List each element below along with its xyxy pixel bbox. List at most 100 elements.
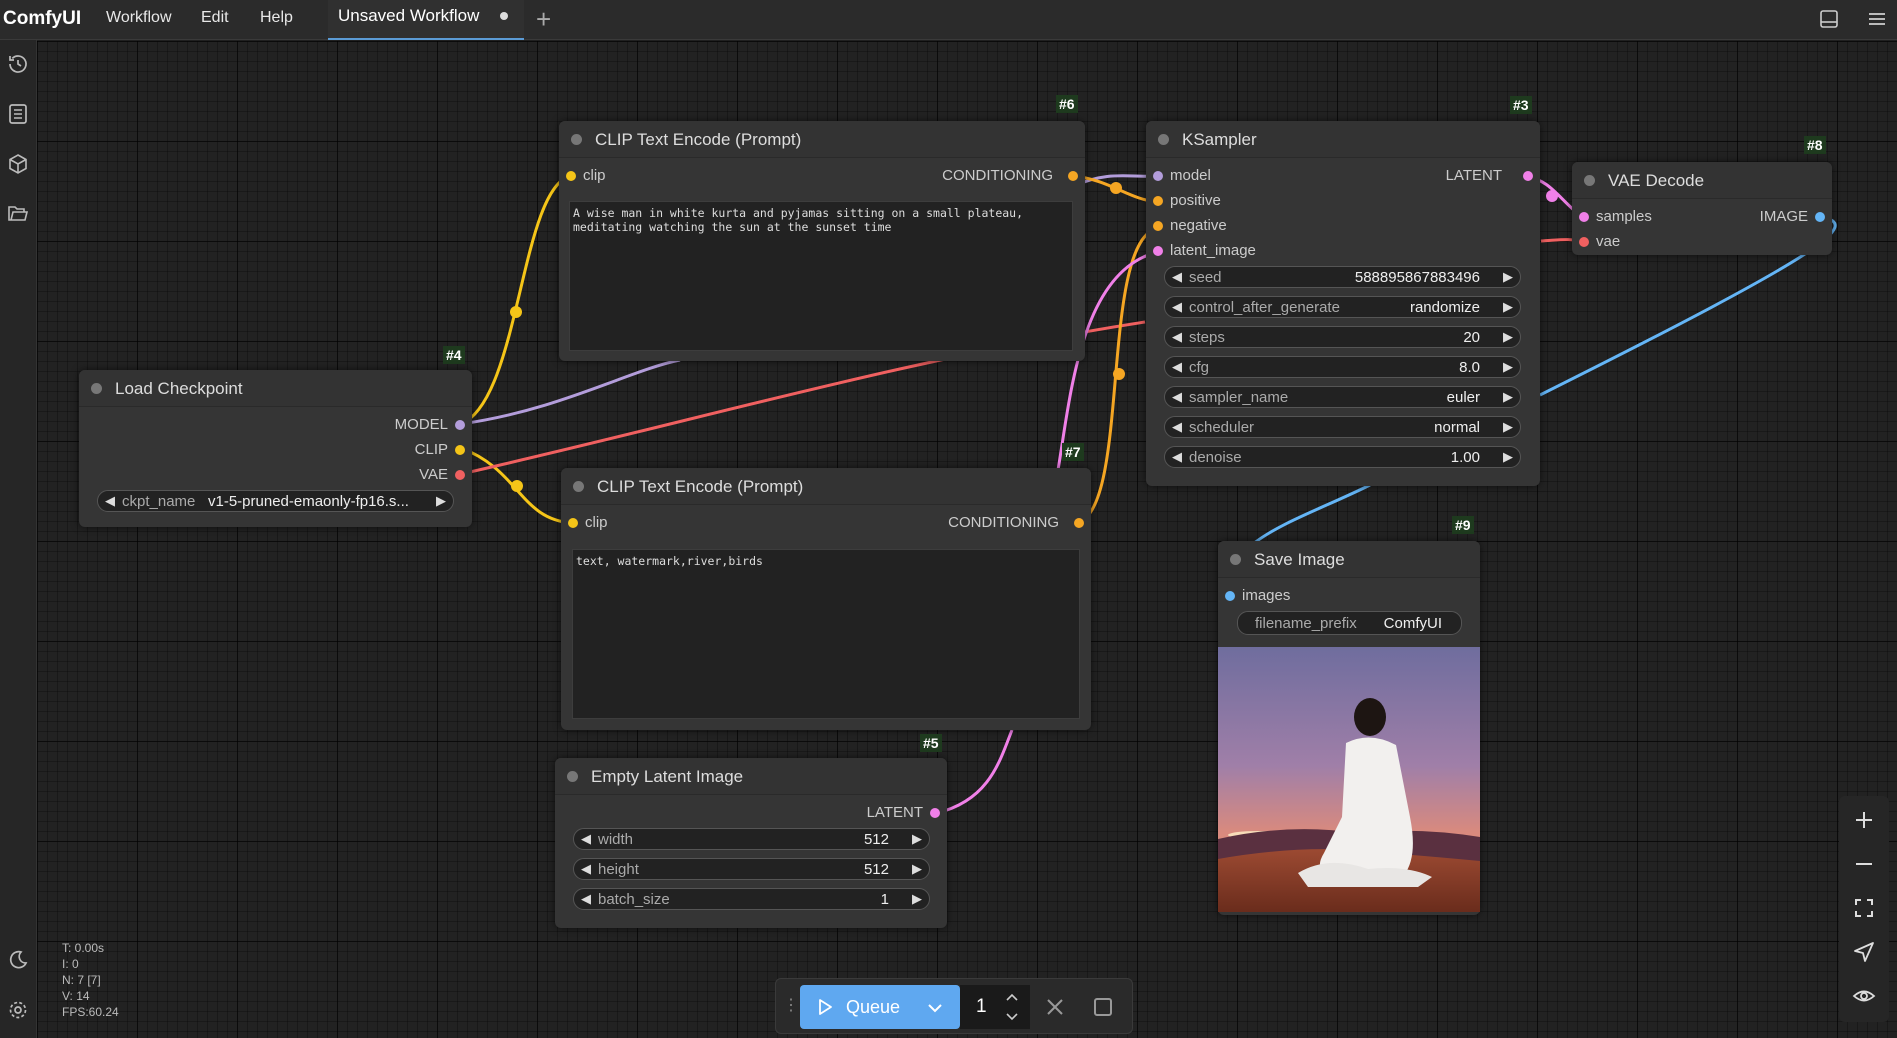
output-slot-vae[interactable]: [455, 470, 465, 480]
queue-count-value[interactable]: 1: [976, 996, 987, 1018]
widget-steps[interactable]: ◀ steps 20 ▶: [1164, 326, 1521, 348]
collapse-dot[interactable]: [573, 481, 584, 492]
input-slot-vae[interactable]: [1579, 237, 1589, 247]
chevron-up-icon[interactable]: [1004, 989, 1020, 1005]
node-ksampler[interactable]: KSampler model positive negative latent_…: [1146, 121, 1540, 486]
node-header[interactable]: VAE Decode: [1572, 162, 1832, 199]
increment-arrow-icon[interactable]: ▶: [912, 861, 922, 877]
widget-control-after-generate[interactable]: ◀ control_after_generate randomize ▶: [1164, 296, 1521, 318]
decrement-arrow-icon[interactable]: ◀: [1172, 389, 1182, 405]
collapse-dot[interactable]: [1584, 175, 1595, 186]
prompt-textarea[interactable]: A wise man in white kurta and pyjamas si…: [569, 201, 1073, 351]
input-slot-latent-image[interactable]: [1153, 246, 1163, 256]
hamburger-menu-icon[interactable]: [1866, 8, 1888, 30]
widget-batch-size[interactable]: ◀ batch_size 1 ▶: [573, 888, 930, 910]
zoom-out-icon[interactable]: [1852, 852, 1876, 876]
output-slot-latent[interactable]: [1523, 171, 1533, 181]
decrement-arrow-icon[interactable]: ◀: [105, 493, 115, 509]
input-slot-images[interactable]: [1225, 591, 1235, 601]
widget-ckpt-name[interactable]: ◀ ckpt_name v1-5-pruned-emaonly-fp16.s..…: [97, 490, 454, 512]
decrement-arrow-icon[interactable]: ◀: [581, 891, 591, 907]
increment-arrow-icon[interactable]: ▶: [1503, 359, 1513, 375]
decrement-arrow-icon[interactable]: ◀: [1172, 419, 1182, 435]
widget-width[interactable]: ◀ width 512 ▶: [573, 828, 930, 850]
queue-count-stepper[interactable]: 1: [960, 985, 1030, 1029]
decrement-arrow-icon[interactable]: ◀: [581, 861, 591, 877]
output-slot-image[interactable]: [1815, 212, 1825, 222]
decrement-arrow-icon[interactable]: ◀: [1172, 449, 1182, 465]
increment-arrow-icon[interactable]: ▶: [1503, 419, 1513, 435]
widget-height[interactable]: ◀ height 512 ▶: [573, 858, 930, 880]
menu-edit[interactable]: Edit: [201, 9, 229, 27]
add-tab-icon[interactable]: +: [536, 4, 551, 35]
increment-arrow-icon[interactable]: ▶: [1503, 269, 1513, 285]
collapse-dot[interactable]: [1230, 554, 1241, 565]
drag-handle-icon[interactable]: ⋮: [783, 995, 799, 1015]
node-header[interactable]: Save Image: [1218, 541, 1480, 578]
widget-cfg[interactable]: ◀ cfg 8.0 ▶: [1164, 356, 1521, 378]
queue-button[interactable]: Queue: [800, 985, 960, 1029]
menu-workflow[interactable]: Workflow: [106, 9, 172, 27]
widget-denoise[interactable]: ◀ denoise 1.00 ▶: [1164, 446, 1521, 468]
output-slot-model[interactable]: [455, 420, 465, 430]
node-header[interactable]: KSampler: [1146, 121, 1540, 158]
node-header[interactable]: CLIP Text Encode (Prompt): [561, 468, 1091, 505]
increment-arrow-icon[interactable]: ▶: [1503, 329, 1513, 345]
chevron-down-icon[interactable]: [926, 999, 944, 1017]
model-library-cube-icon[interactable]: [6, 152, 30, 176]
output-slot-conditioning[interactable]: [1068, 171, 1078, 181]
increment-arrow-icon[interactable]: ▶: [1503, 389, 1513, 405]
increment-arrow-icon[interactable]: ▶: [912, 831, 922, 847]
decrement-arrow-icon[interactable]: ◀: [581, 831, 591, 847]
prompt-textarea[interactable]: text, watermark,river,birds: [572, 549, 1080, 719]
unsaved-dot-icon[interactable]: [500, 12, 508, 20]
output-slot-latent[interactable]: [930, 808, 940, 818]
chevron-down-icon[interactable]: [1004, 1009, 1020, 1025]
collapse-dot[interactable]: [1158, 134, 1169, 145]
input-slot-negative[interactable]: [1153, 221, 1163, 231]
widget-scheduler[interactable]: ◀ scheduler normal ▶: [1164, 416, 1521, 438]
settings-gear-icon[interactable]: [6, 998, 30, 1022]
widget-filename-prefix[interactable]: filename_prefix ComfyUI: [1237, 611, 1462, 635]
output-slot-conditioning[interactable]: [1074, 518, 1084, 528]
node-clip-text-encode-positive[interactable]: CLIP Text Encode (Prompt) clip CONDITION…: [559, 121, 1085, 361]
input-slot-model[interactable]: [1153, 171, 1163, 181]
output-slot-clip[interactable]: [455, 445, 465, 455]
node-header[interactable]: Load Checkpoint: [79, 370, 472, 407]
node-save-image[interactable]: Save Image images filename_prefix ComfyU…: [1218, 541, 1480, 915]
zoom-in-icon[interactable]: [1852, 808, 1876, 832]
node-load-checkpoint[interactable]: Load Checkpoint MODEL CLIP VAE ◀ ckpt_na…: [79, 370, 472, 527]
theme-moon-icon[interactable]: [6, 948, 30, 972]
pointer-send-icon[interactable]: [1852, 940, 1876, 964]
toggle-links-eye-icon[interactable]: [1852, 984, 1876, 1008]
increment-arrow-icon[interactable]: ▶: [912, 891, 922, 907]
increment-arrow-icon[interactable]: ▶: [1503, 299, 1513, 315]
increment-arrow-icon[interactable]: ▶: [1503, 449, 1513, 465]
input-slot-samples[interactable]: [1579, 212, 1589, 222]
input-slot-clip[interactable]: [566, 171, 576, 181]
widget-sampler-name[interactable]: ◀ sampler_name euler ▶: [1164, 386, 1521, 408]
workflows-folder-icon[interactable]: [6, 202, 30, 226]
cancel-x-icon[interactable]: [1044, 996, 1066, 1018]
collapse-dot[interactable]: [567, 771, 578, 782]
stop-square-icon[interactable]: [1092, 996, 1114, 1018]
widget-seed[interactable]: ◀ seed 588895867883496 ▶: [1164, 266, 1521, 288]
bottom-panel-icon[interactable]: [1818, 8, 1840, 30]
node-header[interactable]: CLIP Text Encode (Prompt): [559, 121, 1085, 158]
fit-view-icon[interactable]: [1852, 896, 1876, 920]
collapse-dot[interactable]: [91, 383, 102, 394]
input-slot-clip[interactable]: [568, 518, 578, 528]
node-empty-latent-image[interactable]: Empty Latent Image LATENT ◀ width 512 ▶ …: [555, 758, 947, 928]
decrement-arrow-icon[interactable]: ◀: [1172, 299, 1182, 315]
history-icon[interactable]: [6, 52, 30, 76]
decrement-arrow-icon[interactable]: ◀: [1172, 329, 1182, 345]
generated-image-preview[interactable]: [1218, 647, 1480, 912]
decrement-arrow-icon[interactable]: ◀: [1172, 269, 1182, 285]
node-vae-decode[interactable]: VAE Decode samples vae IMAGE: [1572, 162, 1832, 255]
node-clip-text-encode-negative[interactable]: CLIP Text Encode (Prompt) clip CONDITION…: [561, 468, 1091, 730]
queue-list-icon[interactable]: [6, 102, 30, 126]
collapse-dot[interactable]: [571, 134, 582, 145]
menu-help[interactable]: Help: [260, 9, 293, 27]
decrement-arrow-icon[interactable]: ◀: [1172, 359, 1182, 375]
node-header[interactable]: Empty Latent Image: [555, 758, 947, 795]
